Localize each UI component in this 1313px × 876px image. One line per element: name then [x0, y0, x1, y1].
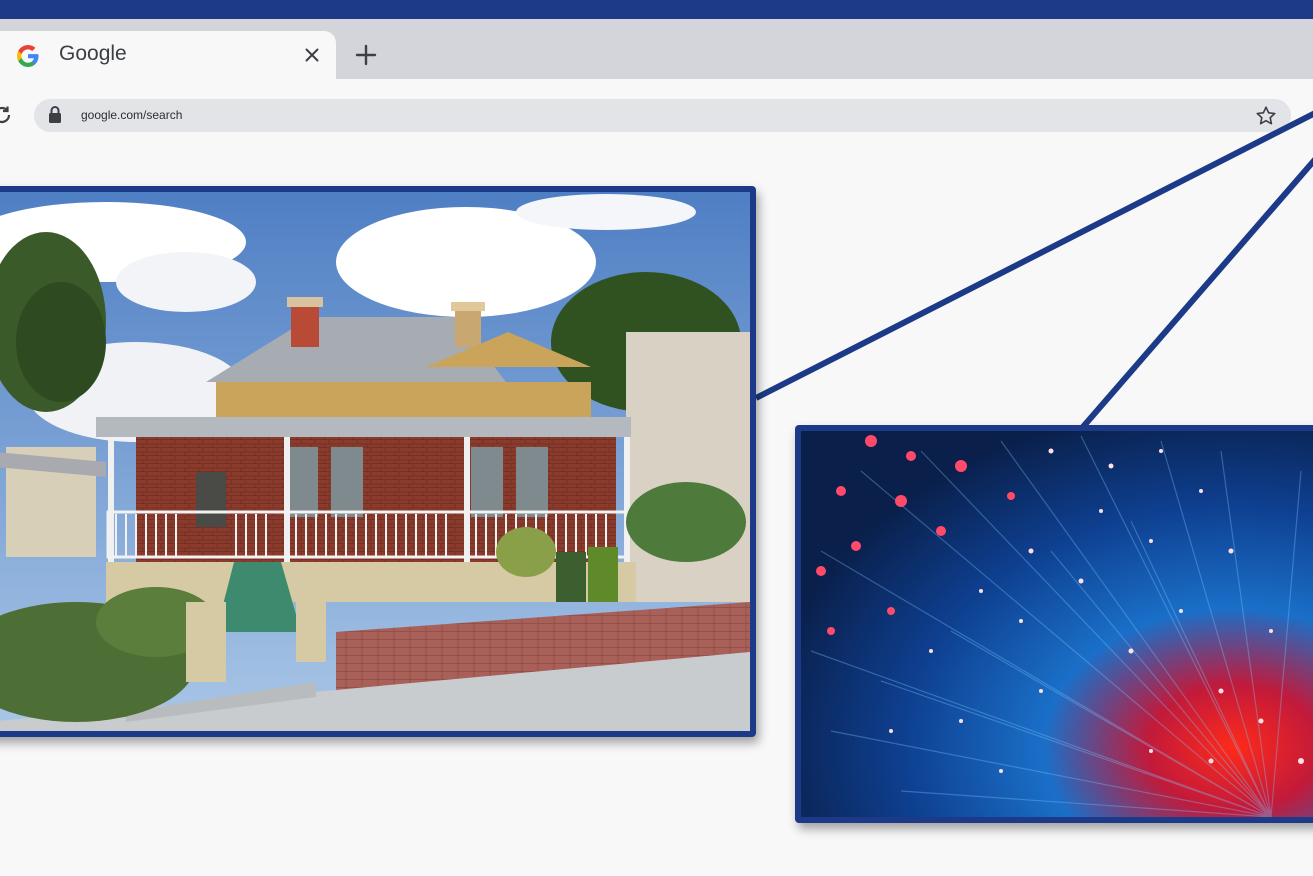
fiber-optic-photo	[795, 425, 1313, 823]
house-photo	[0, 186, 756, 737]
